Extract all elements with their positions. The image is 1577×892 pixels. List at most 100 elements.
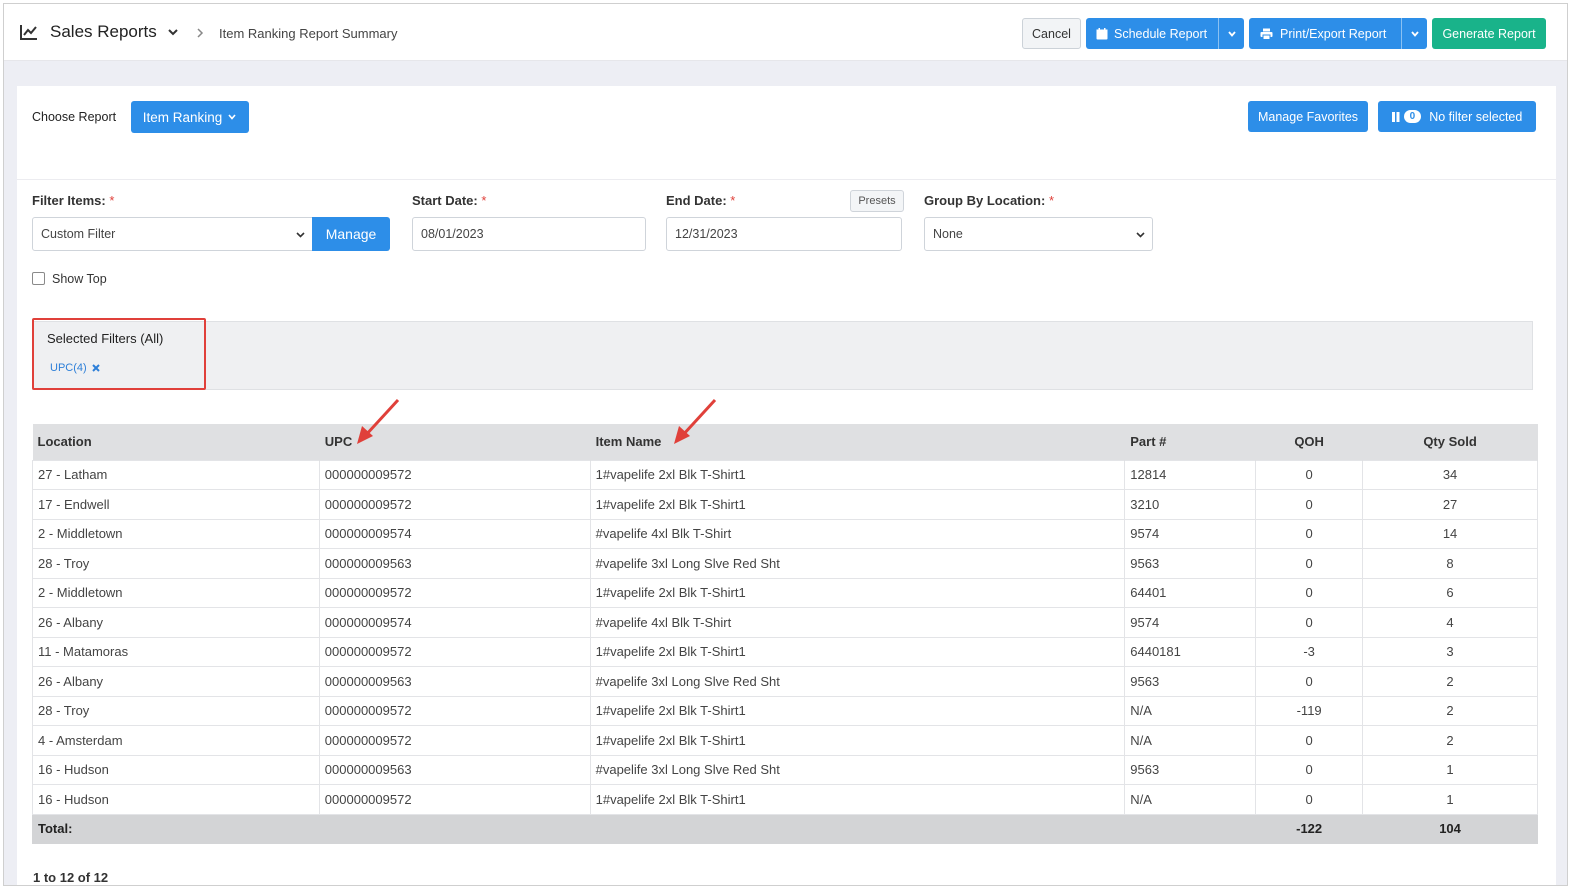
cell-qoh: 0	[1255, 548, 1364, 579]
table-row: 4 - Amsterdam 000000009572 1#vapelife 2xl …	[32, 725, 1538, 756]
cell-upc: 000000009563	[318, 666, 591, 697]
annotation-arrow-icon	[674, 398, 717, 444]
presets-button[interactable]: Presets	[850, 190, 904, 212]
table-row: 16 - Hudson 000000009563 #vapelife 3xl Lon…	[32, 754, 1538, 785]
schedule-report-button[interactable]: Schedule Report	[1086, 18, 1244, 49]
breadcrumb: Item Ranking Report Summary	[219, 26, 398, 41]
cell-location: 16 - Hudson	[32, 754, 320, 785]
cell-location: 26 - Albany	[32, 666, 320, 697]
report-selector-button[interactable]: Item Ranking	[131, 101, 249, 133]
column-header-qty-sold[interactable]: Qty Sold	[1362, 424, 1538, 460]
cell-item-name: 1#vapelife 2xl Blk T-Shirt1	[589, 784, 1126, 815]
annotation-highlight-box	[32, 318, 206, 390]
column-header-part[interactable]: Part #	[1124, 424, 1257, 460]
cell-qoh: -3	[1255, 636, 1364, 667]
cell-upc: 000000009574	[318, 518, 591, 549]
cell-qoh: 0	[1255, 666, 1364, 697]
end-date-value: 12/31/2023	[675, 227, 738, 241]
start-date-label: Start Date: *	[412, 193, 487, 208]
cell-location: 17 - Endwell	[32, 489, 320, 520]
cell-part: 9574	[1124, 518, 1257, 549]
cell-qoh: 0	[1255, 784, 1364, 815]
end-date-label: End Date: *	[666, 193, 736, 208]
cell-qty-sold: 2	[1362, 695, 1538, 726]
column-header-qoh[interactable]: QOH	[1255, 424, 1364, 460]
cell-part: 9574	[1124, 607, 1257, 638]
choose-report-label: Choose Report	[32, 110, 117, 124]
table-row: 28 - Troy 000000009563 #vapelife 3xl Long …	[32, 548, 1538, 579]
manage-favorites-button[interactable]: Manage Favorites	[1248, 101, 1368, 132]
report-table: Location UPC Item Name Part # QOH Qty So…	[32, 424, 1538, 844]
cell-location: 11 - Matamoras	[32, 636, 320, 667]
cell-location: 2 - Middletown	[32, 518, 320, 549]
filter-items-value: Custom Filter	[41, 227, 116, 241]
total-empty-cell	[318, 813, 591, 844]
end-date-input[interactable]: 12/31/2023	[666, 217, 902, 251]
column-header-location[interactable]: Location	[32, 424, 320, 460]
cell-upc: 000000009572	[318, 725, 591, 756]
chevron-down-icon	[1227, 30, 1236, 37]
cell-item-name: #vapelife 3xl Long Slve Red Sht	[589, 666, 1126, 697]
group-by-location-label: Group By Location: *	[924, 193, 1055, 208]
cell-qoh: 0	[1255, 754, 1364, 785]
cell-qty-sold: 1	[1362, 784, 1538, 815]
cell-qty-sold: 27	[1362, 489, 1538, 520]
cell-location: 2 - Middletown	[32, 577, 320, 608]
cancel-button[interactable]: Cancel	[1022, 18, 1081, 49]
table-row: 17 - Endwell 000000009572 1#vapelife 2xl B…	[32, 489, 1538, 520]
schedule-report-label: Schedule Report	[1114, 26, 1208, 41]
cell-qty-sold: 2	[1362, 666, 1538, 697]
cell-item-name: #vapelife 3xl Long Slve Red Sht	[589, 754, 1126, 785]
table-row: 28 - Troy 000000009572 1#vapelife 2xl Blk …	[32, 695, 1538, 726]
cell-part: 12814	[1124, 459, 1257, 490]
table-row: 26 - Albany 000000009563 #vapelife 3xl Lon…	[32, 666, 1538, 697]
line-chart-icon	[20, 25, 37, 40]
show-top-label: Show Top	[52, 272, 107, 286]
cell-item-name: 1#vapelife 2xl Blk T-Shirt1	[589, 577, 1126, 608]
table-row: 2 - Middletown 000000009572 1#vapelife 2xl…	[32, 577, 1538, 608]
cell-part: 9563	[1124, 754, 1257, 785]
cell-qty-sold: 1	[1362, 754, 1538, 785]
chevron-down-icon	[228, 114, 236, 120]
print-export-button[interactable]: Print/Export Report	[1249, 18, 1427, 49]
cell-qty-sold: 8	[1362, 548, 1538, 579]
cell-qoh: 0	[1255, 607, 1364, 638]
cell-part: N/A	[1124, 695, 1257, 726]
filter-items-select[interactable]: Custom Filter	[32, 217, 313, 251]
cell-qoh: 0	[1255, 577, 1364, 608]
filter-status-button[interactable]: 0 No filter selected	[1378, 101, 1536, 132]
cell-item-name: #vapelife 3xl Long Slve Red Sht	[589, 548, 1126, 579]
start-date-input[interactable]: 08/01/2023	[412, 217, 646, 251]
cell-upc: 000000009563	[318, 548, 591, 579]
table-header-row: Location UPC Item Name Part # QOH Qty So…	[32, 424, 1538, 460]
print-dropdown-toggle[interactable]	[1401, 18, 1427, 49]
chevron-down-icon	[1136, 232, 1145, 238]
manage-filter-button[interactable]: Manage	[312, 217, 390, 251]
divider	[17, 179, 1556, 180]
start-date-value: 08/01/2023	[421, 227, 484, 241]
total-empty-cell	[589, 813, 1126, 844]
cell-qty-sold: 3	[1362, 636, 1538, 667]
filter-count-badge: 0	[1403, 110, 1422, 123]
page-title[interactable]: Sales Reports	[50, 22, 157, 42]
show-top-checkbox[interactable]	[32, 272, 45, 285]
cell-item-name: 1#vapelife 2xl Blk T-Shirt1	[589, 489, 1126, 520]
cell-qty-sold: 34	[1362, 459, 1538, 490]
cell-qoh: -119	[1255, 695, 1364, 726]
total-qty-sold: 104	[1362, 813, 1538, 844]
table-row: 11 - Matamoras 000000009572 1#vapelife 2xl…	[32, 636, 1538, 667]
group-by-location-select[interactable]: None	[924, 217, 1153, 251]
printer-icon	[1260, 28, 1273, 40]
chevron-down-icon[interactable]	[167, 26, 179, 38]
calendar-icon	[1096, 27, 1108, 39]
table-row: 2 - Middletown 000000009574 #vapelife 4xl …	[32, 518, 1538, 549]
generate-report-button[interactable]: Generate Report	[1432, 18, 1546, 49]
schedule-dropdown-toggle[interactable]	[1218, 18, 1244, 49]
cell-qoh: 0	[1255, 725, 1364, 756]
cell-upc: 000000009572	[318, 636, 591, 667]
cell-location: 28 - Troy	[32, 548, 320, 579]
total-qoh: -122	[1255, 813, 1364, 844]
cell-part: 9563	[1124, 666, 1257, 697]
chevron-down-icon	[296, 232, 305, 238]
cell-part: 9563	[1124, 548, 1257, 579]
